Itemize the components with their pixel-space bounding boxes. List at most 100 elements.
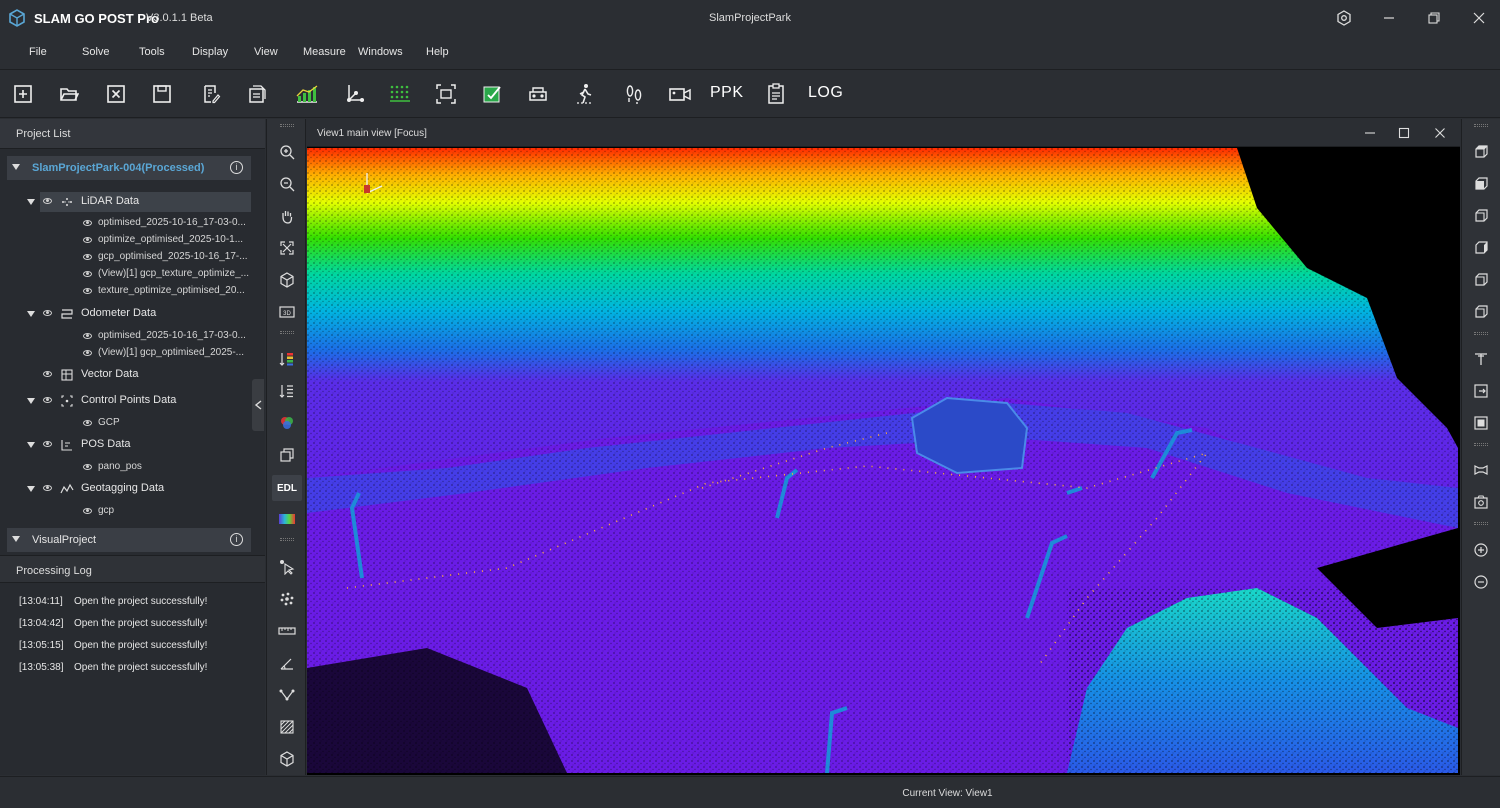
area-hatch-icon[interactable] [275, 715, 299, 739]
batch-process-icon[interactable] [243, 80, 271, 108]
menu-display[interactable]: Display [192, 46, 228, 58]
strip-grip[interactable] [280, 124, 294, 127]
visibility-eye-icon[interactable] [83, 271, 92, 277]
view-minimize-button[interactable] [1361, 125, 1379, 141]
vehicle-icon[interactable] [524, 80, 552, 108]
lidar-file-row[interactable]: texture_optimize_optimised_20... [0, 283, 265, 301]
visibility-eye-icon[interactable] [83, 333, 92, 339]
restore-button[interactable] [1420, 6, 1448, 30]
visibility-eye-icon[interactable] [83, 254, 92, 260]
menu-solve[interactable]: Solve [82, 46, 110, 58]
visual-project-row[interactable]: VisualProject i [7, 528, 251, 552]
export-view-icon[interactable] [1470, 380, 1492, 402]
point-cloud-viewport[interactable] [307, 148, 1458, 773]
front-view-icon[interactable] [1470, 173, 1492, 195]
visibility-eye-icon[interactable] [83, 288, 92, 294]
expand-arrow-icon[interactable] [27, 486, 35, 492]
collapse-panel-handle[interactable] [252, 379, 264, 431]
visibility-eye-icon[interactable] [43, 397, 52, 403]
save-icon[interactable] [148, 80, 176, 108]
visibility-eye-icon[interactable] [83, 464, 92, 470]
tree-item-control-points[interactable]: Control Points Data [0, 392, 265, 410]
tree-item-pos-data[interactable]: POS Data [0, 436, 265, 454]
info-icon[interactable]: i [230, 161, 243, 174]
visibility-eye-icon[interactable] [83, 350, 92, 356]
screenshot-icon[interactable] [1470, 491, 1492, 513]
menu-file[interactable]: File [29, 46, 47, 58]
strip-grip[interactable] [1474, 332, 1488, 335]
control-point-row[interactable]: GCP [0, 415, 265, 433]
3d-view-icon[interactable]: 3D [275, 300, 299, 324]
volume-cube-icon[interactable] [275, 747, 299, 771]
odometer-file-row[interactable]: optimised_2025-10-16_17-03-0... [0, 328, 265, 346]
zoom-out-icon[interactable] [275, 172, 299, 196]
visibility-eye-icon[interactable] [83, 220, 92, 226]
strip-grip[interactable] [280, 331, 294, 334]
expand-arrow-icon[interactable] [27, 442, 35, 448]
close-project-icon[interactable] [102, 80, 130, 108]
expand-arrow-icon[interactable] [27, 398, 35, 404]
settings-hex-icon[interactable] [1330, 6, 1358, 30]
ppk-button[interactable]: PPK [710, 84, 744, 102]
open-folder-icon[interactable] [55, 80, 83, 108]
intensity-sort-icon[interactable] [275, 379, 299, 403]
walk-icon[interactable] [571, 80, 599, 108]
view-maximize-button[interactable] [1395, 125, 1413, 141]
lidar-file-row[interactable]: optimize_optimised_2025-10-1... [0, 232, 265, 250]
zoom-in-circle-icon[interactable] [1470, 539, 1492, 561]
elevation-color-icon[interactable] [275, 347, 299, 371]
visibility-eye-icon[interactable] [43, 198, 52, 204]
log-button[interactable]: LOG [808, 84, 843, 102]
expand-arrow-icon[interactable] [12, 164, 20, 170]
top-view-icon[interactable] [1470, 141, 1492, 163]
edl-button[interactable]: EDL [272, 475, 302, 501]
info-icon[interactable]: i [230, 533, 243, 546]
export-check-icon[interactable] [478, 80, 506, 108]
visibility-eye-icon[interactable] [43, 441, 52, 447]
zoom-out-circle-icon[interactable] [1470, 571, 1492, 593]
crop-frame-icon[interactable] [432, 80, 460, 108]
tree-item-geotagging-data[interactable]: Geotagging Data [0, 480, 265, 498]
expand-arrow-icon[interactable] [27, 311, 35, 317]
menu-measure[interactable]: Measure [303, 46, 346, 58]
rgb-color-icon[interactable] [275, 411, 299, 435]
footprint-icon[interactable] [620, 80, 648, 108]
bottom-view-icon[interactable] [1470, 301, 1492, 323]
menu-windows[interactable]: Windows [358, 46, 403, 58]
new-project-icon[interactable] [9, 80, 37, 108]
point-select-icon[interactable] [275, 587, 299, 611]
angle-measure-icon[interactable] [275, 651, 299, 675]
menu-help[interactable]: Help [426, 46, 449, 58]
select-pointer-icon[interactable] [275, 555, 299, 579]
visibility-eye-icon[interactable] [43, 310, 52, 316]
visibility-eye-icon[interactable] [83, 420, 92, 426]
polyline-measure-icon[interactable] [275, 683, 299, 707]
video-camera-icon[interactable] [666, 80, 694, 108]
point-grid-icon[interactable] [386, 80, 414, 108]
back-view-icon[interactable] [1470, 269, 1492, 291]
fill-view-icon[interactable] [1470, 412, 1492, 434]
odometer-file-row[interactable]: (View)[1] gcp_optimised_2025-... [0, 345, 265, 363]
clipboard-icon[interactable] [762, 80, 790, 108]
menu-view[interactable]: View [254, 46, 278, 58]
section-tool-icon[interactable] [1470, 348, 1492, 370]
visibility-eye-icon[interactable] [83, 508, 92, 514]
fit-extent-icon[interactable] [275, 236, 299, 260]
expand-arrow-icon[interactable] [12, 536, 20, 542]
visibility-eye-icon[interactable] [43, 485, 52, 491]
zoom-in-icon[interactable] [275, 140, 299, 164]
project-root-row[interactable]: SlamProjectPark-004(Processed) i [7, 156, 251, 180]
expand-arrow-icon[interactable] [27, 199, 35, 205]
layer-stack-icon[interactable] [275, 443, 299, 467]
coordinate-axes-icon[interactable] [341, 80, 369, 108]
right-view-icon[interactable] [1470, 237, 1492, 259]
strip-grip[interactable] [1474, 124, 1488, 127]
lidar-file-row[interactable]: optimised_2025-10-16_17-03-0... [0, 215, 265, 233]
lidar-file-row[interactable]: gcp_optimised_2025-10-16_17-... [0, 249, 265, 267]
view-close-button[interactable] [1431, 125, 1449, 141]
menu-tools[interactable]: Tools [139, 46, 165, 58]
strip-grip[interactable] [1474, 522, 1488, 525]
ruler-icon[interactable] [275, 619, 299, 643]
tree-item-odometer-data[interactable]: Odometer Data [0, 305, 265, 323]
pan-hand-icon[interactable] [275, 204, 299, 228]
